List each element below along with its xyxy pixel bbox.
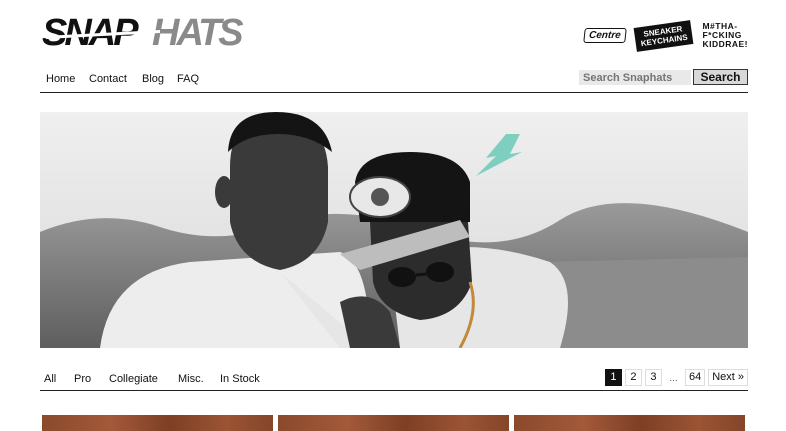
page-2-button[interactable]: 2 [624,369,642,386]
page-64-button[interactable]: 64 [684,369,706,386]
nav-faq-link[interactable]: FAQ [177,73,199,85]
product-thumbnail[interactable] [514,415,745,431]
pagination-ellipsis: ... [669,373,678,384]
pagination: 1 2 3 ... 64 Next » [604,369,748,386]
nav-contact-link[interactable]: Contact [89,73,127,85]
product-thumbnail[interactable] [42,415,273,431]
logo-text-light: HATS [152,12,243,50]
kidd-line-3: KIDDRAE! [702,39,748,49]
filter-misc-link[interactable]: Misc. [178,373,204,385]
hero-banner[interactable] [40,112,748,348]
page-3-button[interactable]: 3 [644,369,662,386]
hero-image [40,112,748,348]
partner-sneaker-keychains-logo[interactable]: SNEAKER KEYCHAINS [633,19,694,52]
partner-centre-logo[interactable]: Centre [582,28,627,43]
category-filters: All Pro Collegiate Misc. In Stock 1 2 3 … [40,369,748,391]
next-page-button[interactable]: Next » [708,369,748,386]
nav-blog-link[interactable]: Blog [142,73,164,85]
partner-logos: Centre SNEAKER KEYCHAINS M#THA- F*CKING … [582,19,748,52]
snaphats-logo[interactable]: SNAP HATS [40,12,260,50]
filter-collegiate-link[interactable]: Collegiate [109,373,158,385]
search-button[interactable]: Search [693,69,748,85]
nav-home-link[interactable]: Home [46,73,75,85]
page-1-button[interactable]: 1 [604,369,622,386]
main-nav: Home Contact Blog FAQ Search [40,69,748,93]
product-grid [42,415,748,431]
filter-in-stock-link[interactable]: In Stock [220,373,260,385]
product-thumbnail[interactable] [278,415,509,431]
filter-pro-link[interactable]: Pro [74,373,91,385]
search-input[interactable] [579,70,691,85]
filter-all-link[interactable]: All [44,373,56,385]
logo-text-dark: SNAP [42,12,139,50]
partner-kiddrae-logo[interactable]: M#THA- F*CKING KIDDRAE! [702,22,748,49]
